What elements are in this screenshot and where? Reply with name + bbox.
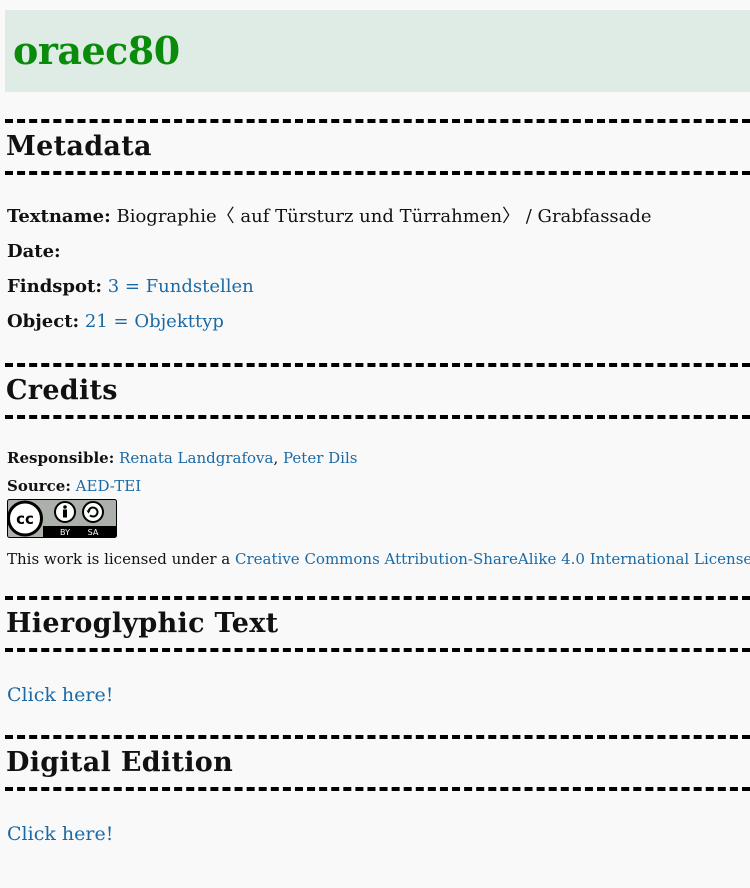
cc-by-sa-license-icon[interactable]: cc BY SA [7,499,117,538]
cc-badge-text: cc [16,510,34,528]
date-label: Date: [7,241,61,262]
digital-edition-click-here-link[interactable]: Click here! [7,822,113,846]
responsible-separator: , [273,449,279,467]
findspot-label: Findspot: [7,276,102,297]
metadata-date-row: Date: [7,241,61,263]
site-header: oraec80 [5,10,750,92]
section-heading-credits: Credits [5,363,750,419]
metadata-textname-row: Textname: Biographie〈 auf Türsturz und T… [7,206,652,228]
metadata-findspot-row: Findspot: 3 = Fundstellen [7,276,254,298]
textname-label: Textname: [7,206,111,227]
hieroglyphic-click-here-link[interactable]: Click here! [7,683,113,707]
responsible-link-dils[interactable]: Peter Dils [283,449,357,467]
license-link[interactable]: Creative Commons Attribution-ShareAlike … [235,550,750,568]
credits-source-row: Source: AED-TEI [7,477,141,495]
page: oraec80 Metadata Textname: Biographie〈 a… [0,0,750,888]
textname-value: Biographie〈 auf Türsturz und Türrahmen〉 … [116,206,652,227]
section-heading-hieroglyphic: Hieroglyphic Text [5,596,750,652]
page-title: oraec80 [13,28,180,73]
source-link[interactable]: AED-TEI [76,477,142,495]
responsible-label: Responsible: [7,449,115,467]
cc-badge-sa-text: SA [88,528,99,537]
source-label: Source: [7,477,71,495]
section-heading-digital-edition: Digital Edition [5,735,750,791]
license-prefix: This work is licensed under a [7,550,231,568]
credits-responsible-row: Responsible: Renata Landgrafova, Peter D… [7,449,357,467]
object-label: Object: [7,311,80,332]
license-statement: This work is licensed under a Creative C… [7,550,750,568]
object-link[interactable]: 21 = Objekttyp [85,311,224,332]
cc-badge-by-text: BY [60,528,70,537]
findspot-link[interactable]: 3 = Fundstellen [108,276,254,297]
responsible-link-landgrafova[interactable]: Renata Landgrafova [119,449,273,467]
section-heading-metadata: Metadata [5,119,750,175]
metadata-object-row: Object: 21 = Objekttyp [7,311,224,333]
